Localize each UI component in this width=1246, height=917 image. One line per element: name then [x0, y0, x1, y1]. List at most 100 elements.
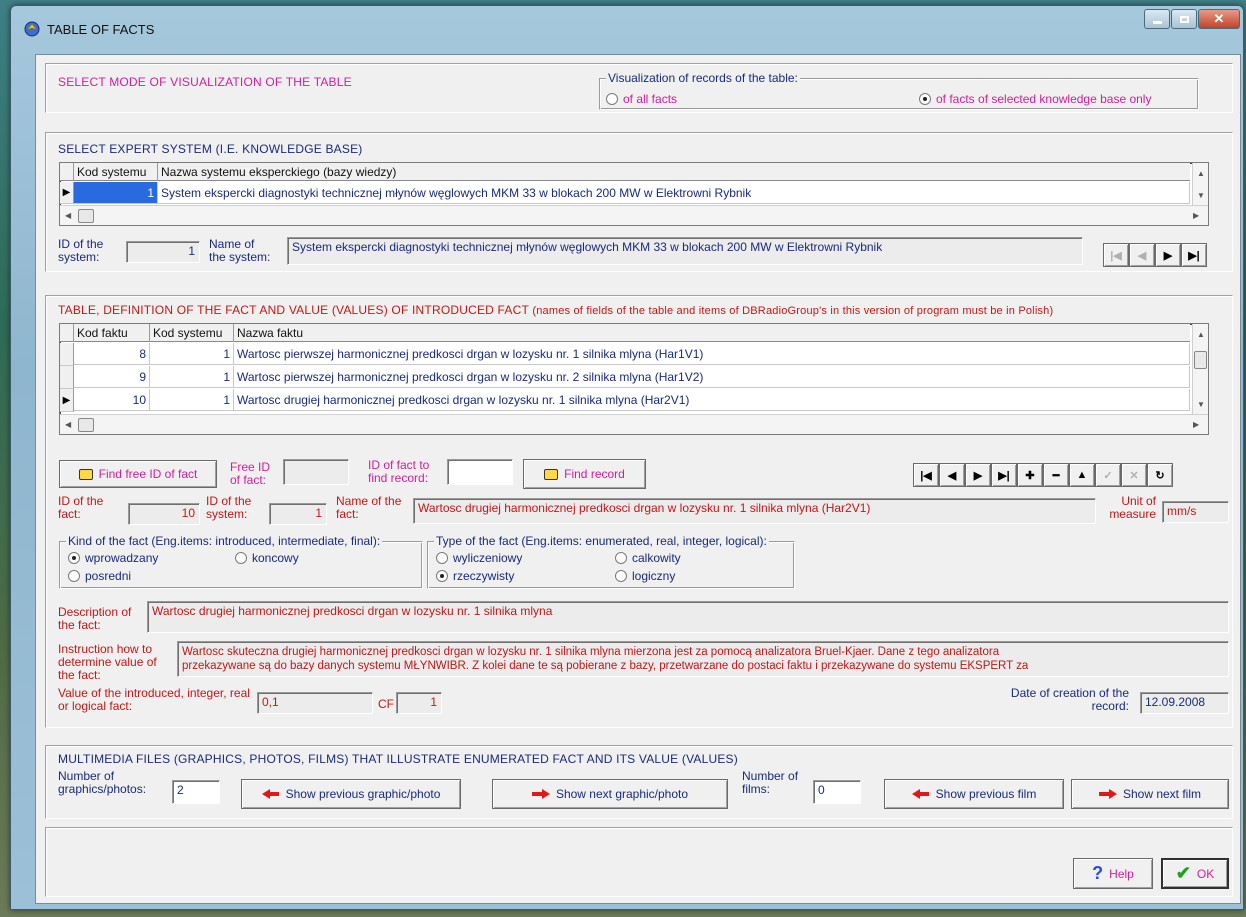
col-header-nazwa-systemu[interactable]: Nazwa systemu eksperckiego (bazy wiedzy) [158, 163, 1190, 181]
fact-grid-hscroll[interactable]: ◀ ▶ [60, 414, 1208, 434]
fact-grid-vscroll[interactable]: ▲ ▼ [1192, 324, 1208, 414]
col-header-kod-systemu[interactable]: Kod systemu [74, 163, 158, 181]
instruction-line-1: Wartosc skuteczna drugiej harmonicznej p… [182, 646, 1000, 658]
show-next-graphic-button[interactable]: Show next graphic/photo [492, 779, 728, 809]
row-indicator[interactable] [60, 343, 74, 366]
table-row-nazwa-faktu[interactable]: Wartosc pierwszej harmonicznej predkosci… [234, 366, 1190, 388]
table-row-nazwa-faktu[interactable]: Wartosc pierwszej harmonicznej predkosci… [234, 343, 1190, 365]
expert-system-grid[interactable]: Kod systemu Nazwa systemu eksperckiego (… [59, 162, 1209, 226]
ok-label: OK [1196, 866, 1215, 881]
nav-insert-button[interactable]: ✚ [1017, 463, 1043, 487]
scroll-left-icon[interactable]: ◀ [65, 420, 71, 429]
col-header-nazwa-faktu[interactable]: Nazwa faktu [234, 324, 1190, 342]
find-free-id-button[interactable]: Find free ID of fact [59, 460, 217, 488]
scroll-up-icon[interactable]: ▲ [1197, 169, 1205, 178]
radio-all-facts-label: of all facts [623, 92, 678, 106]
maximize-icon [1179, 15, 1189, 23]
table-row-kod-faktu[interactable]: 9 [74, 366, 150, 388]
scroll-left-icon[interactable]: ◀ [65, 211, 71, 220]
nav-cancel-button[interactable]: ✕ [1121, 463, 1147, 487]
scroll-thumb[interactable] [1194, 351, 1207, 369]
nav-prior-button[interactable]: ◀ [1129, 243, 1155, 267]
table-row-kod-systemu[interactable]: 1 [150, 389, 234, 411]
help-button[interactable]: ? Help [1073, 858, 1153, 889]
expert-grid-hscroll[interactable]: ◀ ▶ [60, 205, 1208, 225]
fact-grid[interactable]: Kod faktu Kod systemu Nazwa faktu 8 1 Wa… [59, 323, 1209, 435]
nav-edit-button[interactable]: ▲ [1069, 463, 1095, 487]
arrow-left-icon [261, 789, 280, 799]
nav-next-button[interactable]: ▶ [1155, 243, 1181, 267]
table-row-kod-faktu[interactable]: 8 [74, 343, 150, 365]
nav-last-button[interactable]: ▶| [1181, 243, 1207, 267]
radio-rzeczywisty-label: rzeczywisty [453, 569, 515, 583]
scroll-right-icon[interactable]: ▶ [1193, 211, 1199, 220]
nav-post-button[interactable]: ✓ [1095, 463, 1121, 487]
films-count-field[interactable]: 0 [813, 780, 861, 804]
visualization-group-label: Visualization of records of the table: [606, 71, 800, 85]
find-record-button[interactable]: Find record [523, 459, 646, 489]
row-indicator-current[interactable]: ▶ [60, 389, 74, 412]
ok-button[interactable]: ✔ OK [1161, 858, 1229, 889]
fact-system-id-field: 1 [269, 503, 327, 525]
radio-wyliczeniowy[interactable]: wyliczeniowy [436, 551, 522, 565]
radio-posredni[interactable]: posredni [68, 569, 131, 583]
col-header-kod-systemu[interactable]: Kod systemu [150, 324, 234, 342]
radio-calkowity[interactable]: calkowity [615, 551, 681, 565]
table-row-nazwa[interactable]: System ekspercki diagnostyki technicznej… [158, 182, 1190, 204]
nav-next-button[interactable]: ▶ [965, 463, 991, 487]
scroll-up-icon[interactable]: ▲ [1197, 330, 1205, 339]
system-name-field: System ekspercki diagnostyki technicznej… [287, 237, 1083, 265]
cf-label: CF [378, 697, 394, 711]
expert-grid-vscroll[interactable]: ▲ ▼ [1192, 163, 1208, 205]
fact-id-label: ID of the fact: [58, 494, 104, 521]
show-previous-graphic-button[interactable]: Show previous graphic/photo [241, 779, 461, 809]
instruction-line-2: przekazywane są do bazy danych systemu M… [182, 660, 1029, 672]
mode-section-title: SELECT MODE OF VISUALIZATION OF THE TABL… [58, 75, 352, 89]
row-indicator[interactable] [60, 366, 74, 389]
radio-wyliczeniowy-label: wyliczeniowy [453, 551, 523, 565]
show-previous-film-button[interactable]: Show previous film [884, 779, 1064, 809]
free-id-label: Free ID of fact: [230, 460, 271, 487]
nav-refresh-button[interactable]: ↻ [1147, 463, 1173, 487]
fact-section-title-main: TABLE, DEFINITION OF THE FACT AND VALUE … [58, 303, 529, 317]
radio-selected-kb-facts[interactable]: of facts of selected knowledge base only [919, 92, 1151, 106]
col-header-kod-faktu[interactable]: Kod faktu [74, 324, 150, 342]
minimize-button[interactable] [1144, 9, 1170, 29]
scroll-down-icon[interactable]: ▼ [1197, 400, 1205, 409]
scroll-thumb[interactable] [78, 209, 94, 223]
radio-koncowy[interactable]: koncowy [235, 551, 299, 565]
check-icon: ✓ [1103, 469, 1113, 482]
radio-logiczny[interactable]: logiczny [615, 569, 675, 583]
refresh-icon: ↻ [1155, 469, 1165, 482]
scroll-thumb[interactable] [78, 418, 94, 432]
row-indicator[interactable]: ▶ [60, 182, 74, 204]
grid-header-corner [60, 163, 74, 181]
radio-wprowadzany[interactable]: wprowadzany [68, 551, 158, 565]
free-id-field [283, 459, 349, 485]
table-row-kod-faktu[interactable]: 10 [74, 389, 150, 411]
scroll-right-icon[interactable]: ▶ [1193, 420, 1199, 429]
scroll-down-icon[interactable]: ▼ [1197, 191, 1205, 200]
title-bar[interactable]: TABLE OF FACTS ✕ [11, 6, 1243, 48]
maximize-button[interactable] [1171, 9, 1197, 29]
nav-prior-button[interactable]: ◀ [939, 463, 965, 487]
find-id-input[interactable] [447, 459, 513, 485]
table-row-kod[interactable]: 1 [74, 182, 158, 204]
nav-first-button[interactable]: |◀ [913, 463, 939, 487]
table-row-kod-systemu[interactable]: 1 [150, 366, 234, 388]
arrow-right-icon [1098, 789, 1117, 799]
radio-calkowity-label: calkowity [632, 551, 681, 565]
nav-last-button[interactable]: ▶| [991, 463, 1017, 487]
graphics-count-field[interactable]: 2 [172, 780, 220, 804]
kind-group-label: Kind of the fact (Eng.items: introduced,… [66, 534, 383, 548]
nav-first-button[interactable]: |◀ [1103, 243, 1129, 267]
close-button[interactable]: ✕ [1198, 9, 1240, 29]
table-row-kod-systemu[interactable]: 1 [150, 343, 234, 365]
table-row-nazwa-faktu[interactable]: Wartosc drugiej harmonicznej predkosci d… [234, 389, 1190, 411]
radio-all-facts[interactable]: of all facts [606, 92, 677, 106]
show-next-film-button[interactable]: Show next film [1071, 779, 1229, 809]
fact-section-title-note: (names of fields of the table and items … [532, 305, 1054, 317]
nav-delete-button[interactable]: ━ [1043, 463, 1069, 487]
visualization-group: Visualization of records of the table: o… [599, 71, 1199, 110]
radio-rzeczywisty[interactable]: rzeczywisty [436, 569, 514, 583]
